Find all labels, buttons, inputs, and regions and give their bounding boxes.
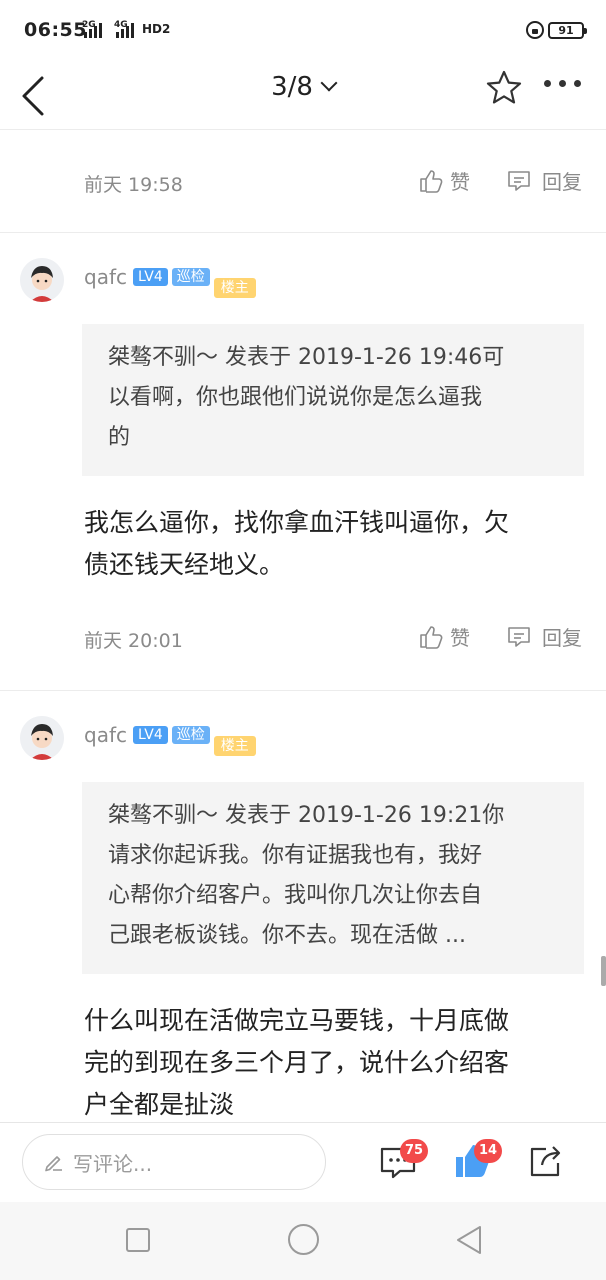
avatar[interactable] [20,716,64,760]
username-row: qafc LV4 巡检 楼主 [84,722,260,756]
bottom-comment-bar: 写评论... 75 14 [0,1122,606,1202]
signal-icon [116,22,134,38]
hd-label: HD2 [142,22,171,36]
quote-block[interactable]: 桀骜不驯〜 发表于 2019-1-26 19:46可 以看啊，你也跟他们说说你是… [82,324,584,476]
comment-placeholder: 写评论... [73,1151,153,1176]
more-options-icon[interactable] [544,80,581,87]
comment-input[interactable]: 写评论... [22,1134,326,1190]
owner-badge: 楼主 [213,736,256,756]
pencil-icon [45,1156,62,1172]
page-indicator: 3/8 [271,72,313,102]
user-avatar-icon [20,716,64,760]
post-body: 什么叫现在活做完立马要钱，十月底做 完的到现在多三个月了，说什么介绍客 户全都是… [84,1000,584,1126]
divider [0,232,606,233]
recent-apps-icon[interactable] [126,1228,150,1252]
like-label: 赞 [450,626,470,650]
battery-icon: 91 [548,22,587,39]
body-line: 我怎么逼你，找你拿血汗钱叫逼你，欠 [84,508,510,537]
comment-icon [508,626,530,647]
body-line: 完的到现在多三个月了，说什么介绍客 [84,1048,510,1077]
role-badge: 巡检 [171,726,210,744]
reply-label: 回复 [542,170,582,194]
quote-line: 请求你起诉我。你有证据我也有，我好 [108,843,483,868]
body-line: 债还钱天经地义。 [84,550,285,579]
body-line: 什么叫现在活做完立马要钱，十月底做 [84,1006,510,1035]
quote-block[interactable]: 桀骜不驯〜 发表于 2019-1-26 19:21你 请求你起诉我。你有证据我也… [82,782,584,974]
post-body: 我怎么逼你，找你拿血汗钱叫逼你，欠 债还钱天经地义。 [84,502,584,586]
status-time: 06:55 [24,19,87,41]
thumbs-up-icon [420,625,443,649]
share-icon[interactable] [526,1141,566,1181]
divider [0,690,606,691]
username-row: qafc LV4 巡检 楼主 [84,264,260,298]
comment-icon [508,170,530,191]
comment-count-badge: 75 [400,1139,429,1163]
quote-line: 桀骜不驯〜 发表于 2019-1-26 19:46可 [108,345,505,370]
body-line: 户全都是扯淡 [84,1090,235,1119]
system-nav-bar [0,1202,606,1280]
owner-badge: 楼主 [213,278,256,298]
quote-line: 的 [108,425,131,450]
top-nav-bar: 3/8 [0,62,606,130]
avatar[interactable] [20,258,64,302]
system-back-icon[interactable] [454,1224,484,1256]
role-badge: 巡检 [171,268,210,286]
reply-button[interactable]: 回复 [506,622,582,651]
quote-line: 心帮你介绍客户。我叫你几次让你去自 [108,883,483,908]
quote-line: 桀骜不驯〜 发表于 2019-1-26 19:21你 [108,803,505,828]
like-button[interactable]: 赞 [418,622,470,651]
username[interactable]: qafc [84,264,127,290]
home-icon[interactable] [288,1224,319,1255]
post-time: 前天 20:01 [84,630,183,652]
post-footer: 前天 20:01 赞 回复 [0,614,606,666]
post-footer: 前天 19:58 赞 回复 [0,158,606,210]
quote-line: 以看啊，你也跟他们说说你是怎么逼我 [108,385,483,410]
like-count-badge: 14 [474,1139,503,1163]
status-bar: 06:55 2G 4G HD2 91 [0,0,606,62]
reply-button[interactable]: 回复 [506,166,582,195]
scrollbar-thumb[interactable] [601,956,606,986]
level-badge: LV4 [133,268,168,286]
reply-label: 回复 [542,626,582,650]
like-label: 赞 [450,170,470,194]
like-button[interactable]: 赞 [418,166,470,195]
rotation-lock-icon [526,21,544,39]
chevron-down-icon [320,74,338,92]
user-avatar-icon [20,258,64,302]
signal-icon [84,22,102,38]
post-time: 前天 19:58 [84,174,183,196]
favorite-star-icon[interactable] [484,68,524,108]
username[interactable]: qafc [84,722,127,748]
level-badge: LV4 [133,726,168,744]
quote-line: 己跟老板谈钱。你不去。现在活做 ... [108,923,466,948]
thumbs-up-icon [420,169,443,193]
